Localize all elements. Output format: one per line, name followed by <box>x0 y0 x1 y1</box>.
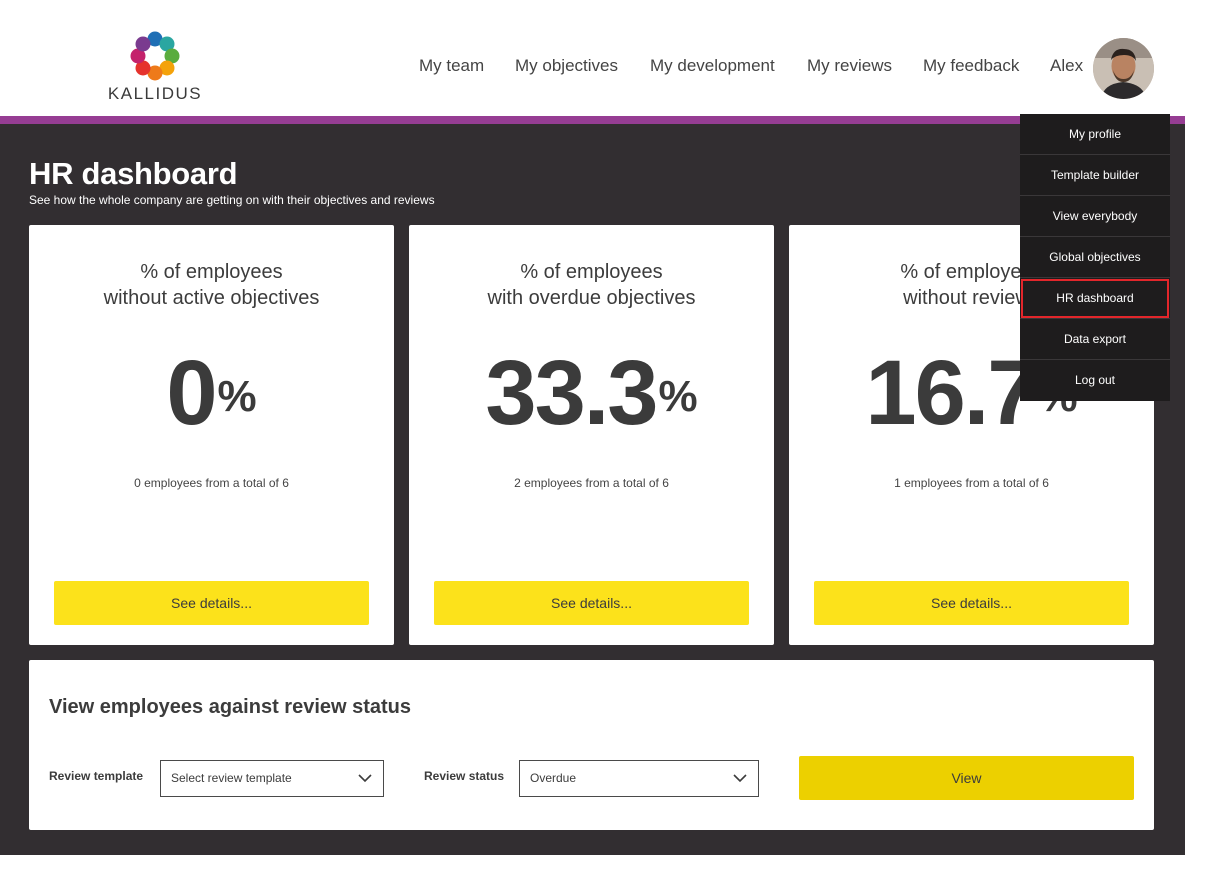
chevron-down-icon <box>358 774 372 783</box>
card-title-line: % of employees <box>140 261 283 283</box>
stat-unit: % <box>217 372 257 421</box>
flower-logo-icon <box>130 31 180 81</box>
stat-value: 0% <box>29 343 394 443</box>
stat-value: 33.3% <box>409 343 774 443</box>
stat-summary: 2 employees from a total of 6 <box>514 476 669 490</box>
nav-item-my-development[interactable]: My development <box>650 56 775 76</box>
menu-item-global-objectives[interactable]: Global objectives <box>1020 237 1170 278</box>
see-details-button[interactable]: See details... <box>54 581 369 625</box>
card-title-line: % of employees <box>520 261 663 283</box>
review-status-select[interactable]: Overdue <box>519 760 759 797</box>
review-template-select[interactable]: Select review template <box>160 760 384 797</box>
avatar[interactable] <box>1093 38 1154 99</box>
stat-card-no-active-objectives: % of employees without active objectives… <box>29 225 394 645</box>
user-avatar-icon <box>1093 38 1154 99</box>
accent-bar <box>0 116 1185 124</box>
page-subtitle: See how the whole company are getting on… <box>29 193 435 207</box>
card-title-line: with overdue objectives <box>487 287 696 309</box>
stat-card-overdue-objectives: % of employees with overdue objectives 3… <box>409 225 774 645</box>
stat-unit: % <box>658 372 698 421</box>
review-panel-title: View employees against review status <box>49 696 412 718</box>
kallidus-logo[interactable]: KALLIDUS <box>105 30 205 105</box>
card-title: % of employees without active objectives <box>29 259 394 311</box>
menu-item-view-everybody[interactable]: View everybody <box>1020 196 1170 237</box>
card-title: % of employees with overdue objectives <box>409 259 774 311</box>
view-button[interactable]: View <box>799 756 1134 800</box>
stat-number: 16.7 <box>865 342 1038 444</box>
stat-summary: 1 employees from a total of 6 <box>894 476 1049 490</box>
review-template-value: Select review template <box>171 771 292 785</box>
page-title: HR dashboard <box>29 156 238 191</box>
nav-item-my-reviews[interactable]: My reviews <box>807 56 892 76</box>
review-status-value: Overdue <box>530 771 577 785</box>
see-details-button[interactable]: See details... <box>814 581 1129 625</box>
chevron-down-icon <box>733 774 747 783</box>
see-details-button[interactable]: See details... <box>434 581 749 625</box>
user-dropdown-menu: My profile Template builder View everybo… <box>1020 114 1170 401</box>
card-title-line: without active objectives <box>103 287 320 309</box>
review-template-label: Review template <box>49 769 144 783</box>
stat-number: 0 <box>166 342 217 444</box>
review-status-panel: View employees against review status Rev… <box>29 660 1154 830</box>
nav-item-my-feedback[interactable]: My feedback <box>923 56 1019 76</box>
stat-number: 33.3 <box>485 342 658 444</box>
header: KALLIDUS My team My objectives My develo… <box>0 0 1208 116</box>
menu-item-hr-dashboard[interactable]: HR dashboard <box>1020 278 1170 319</box>
nav-item-my-team[interactable]: My team <box>419 56 484 76</box>
brand-name: KALLIDUS <box>107 84 203 103</box>
menu-item-log-out[interactable]: Log out <box>1020 360 1170 401</box>
review-status-label: Review status <box>424 769 505 783</box>
stat-summary: 0 employees from a total of 6 <box>134 476 289 490</box>
user-name[interactable]: Alex <box>1050 56 1083 76</box>
menu-item-my-profile[interactable]: My profile <box>1020 114 1170 155</box>
menu-item-template-builder[interactable]: Template builder <box>1020 155 1170 196</box>
nav-item-my-objectives[interactable]: My objectives <box>515 56 618 76</box>
menu-item-data-export[interactable]: Data export <box>1020 319 1170 360</box>
